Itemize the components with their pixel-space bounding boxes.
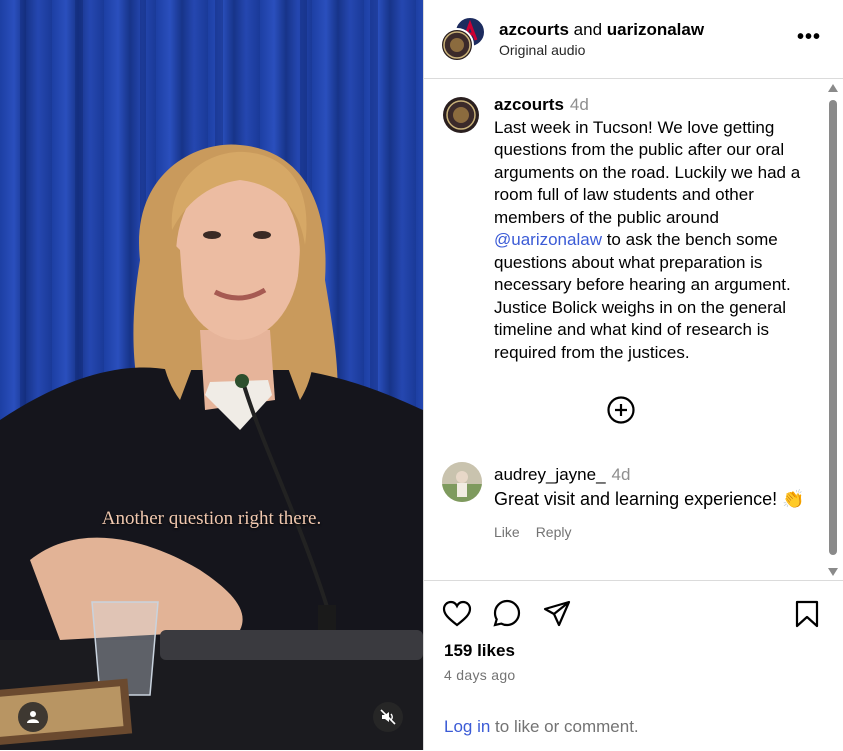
post-header: azcourts and uarizonalaw Original audio … (424, 0, 843, 79)
comment-time: 4d (611, 465, 631, 484)
bookmark-icon[interactable] (792, 599, 822, 629)
scroll-down-arrow-icon[interactable] (828, 568, 838, 576)
video-player[interactable]: Another question right there. (0, 0, 423, 750)
post-panel: azcourts and uarizonalaw Original audio … (423, 0, 843, 750)
audio-label[interactable]: Original audio (499, 42, 585, 58)
post-authors: azcourts and uarizonalaw (499, 20, 704, 40)
post-timestamp[interactable]: 4 days ago (444, 667, 516, 683)
video-caption: Another question right there. (101, 508, 322, 529)
comment-item: audrey_jayne_ 4d Great visit and learning… (442, 462, 812, 545)
heart-icon[interactable] (442, 599, 472, 629)
azcourts-caption-avatar[interactable] (442, 96, 480, 134)
author-joiner: and (573, 20, 603, 39)
commenter-photo (442, 462, 482, 502)
load-more-comments-icon[interactable] (607, 396, 635, 424)
post-caption: azcourts 4d Last week in Tucson! We love … (442, 94, 812, 364)
caption-username[interactable]: azcourts (494, 95, 564, 114)
comments-scroll-area[interactable]: azcourts 4d Last week in Tucson! We love … (424, 78, 843, 580)
comment-icon[interactable] (492, 599, 522, 629)
scrollbar-thumb[interactable] (829, 100, 837, 555)
login-link[interactable]: Log in (444, 717, 490, 736)
mute-button[interactable] (373, 702, 403, 732)
author-link-uarizonalaw[interactable]: uarizonalaw (607, 20, 704, 39)
comment-reply-button[interactable]: Reply (536, 524, 572, 540)
commenter-username[interactable]: audrey_jayne_ (494, 465, 606, 484)
scroll-up-arrow-icon[interactable] (828, 84, 838, 92)
author-avatars[interactable] (440, 16, 486, 62)
caption-text: Last week in Tucson! We love getting que… (494, 117, 812, 365)
author-link-azcourts[interactable]: azcourts (499, 20, 569, 39)
caption-time: 4d (569, 95, 589, 114)
mention-link[interactable]: @uarizonalaw (494, 230, 602, 249)
post-actions: 159 likes 4 days ago Log in to like or c… (424, 580, 843, 751)
comment-like-button[interactable]: Like (494, 524, 520, 540)
azcourts-avatar[interactable] (440, 28, 474, 62)
share-icon[interactable] (542, 599, 572, 629)
scrollbar[interactable] (827, 84, 839, 576)
video-frame-image (0, 0, 423, 750)
user-tag-button[interactable] (18, 702, 48, 732)
caption-text-part2: to ask the bench some questions about wh… (494, 230, 791, 362)
login-prompt-text: to like or comment. (490, 717, 639, 736)
court-seal-icon (443, 31, 471, 59)
login-prompt: Log in to like or comment. (444, 717, 639, 737)
like-count[interactable]: 159 likes (444, 641, 515, 661)
commenter-avatar[interactable] (442, 462, 482, 502)
more-options-icon[interactable]: ••• (797, 26, 821, 49)
person-icon (27, 711, 39, 723)
comment-text: Great visit and learning experience! 👏 (494, 489, 805, 509)
caption-text-part1: Last week in Tucson! We love getting que… (494, 117, 801, 227)
speaker-muted-icon (380, 709, 396, 725)
